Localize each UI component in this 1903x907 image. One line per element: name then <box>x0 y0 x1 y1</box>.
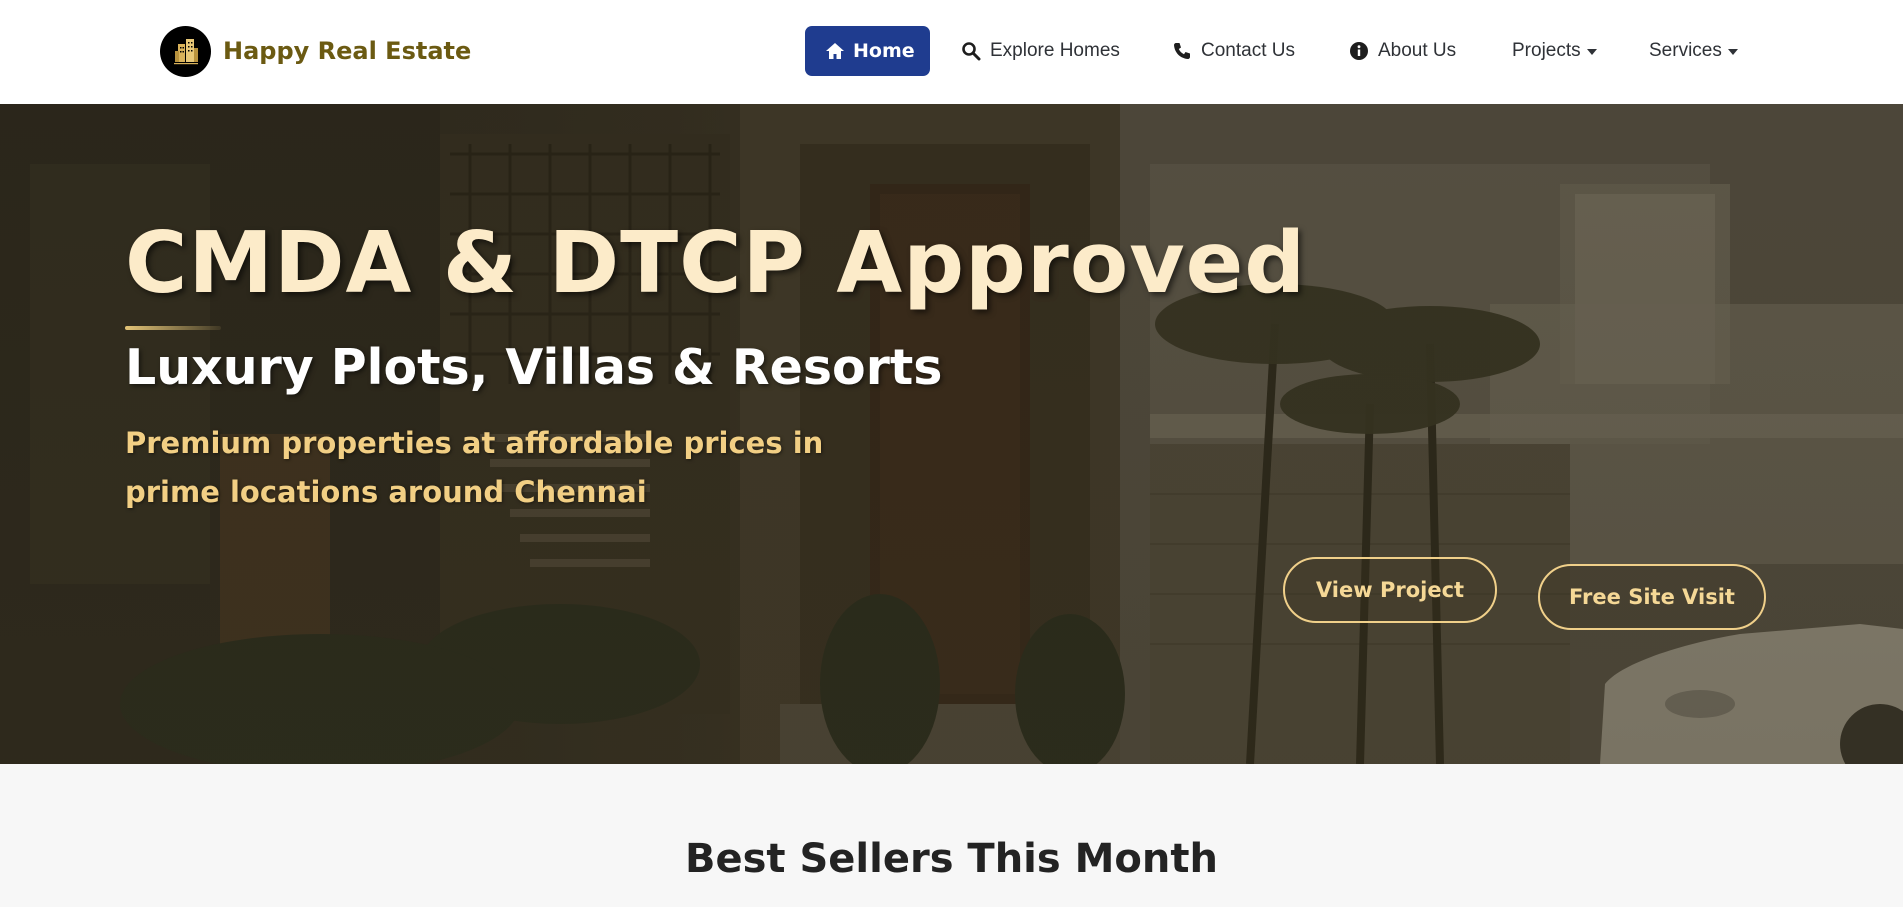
brand-link[interactable]: Happy Real Estate <box>160 25 471 77</box>
best-sellers-section: Best Sellers This Month <box>0 764 1903 907</box>
navbar: Happy Real Estate Home Explore Homes Con… <box>0 0 1903 104</box>
view-project-button[interactable]: View Project <box>1283 557 1497 623</box>
hero-subtitle: Luxury Plots, Villas & Resorts <box>125 339 943 396</box>
hero-banner: CMDA & DTCP Approved Luxury Plots, Villa… <box>0 104 1903 764</box>
nav-item-label: About Us <box>1378 40 1457 61</box>
hero-title: CMDA & DTCP Approved <box>125 214 1307 313</box>
main-nav: Home <box>805 26 930 76</box>
nav-item-label: Explore Homes <box>990 40 1120 61</box>
section-title: Best Sellers This Month <box>685 836 1218 882</box>
nav-item-projects[interactable]: Projects <box>1512 26 1597 76</box>
search-icon <box>960 40 982 62</box>
chevron-down-icon <box>1727 49 1738 55</box>
free-site-visit-button[interactable]: Free Site Visit <box>1538 564 1766 630</box>
home-icon <box>825 40 845 62</box>
nav-item-home[interactable]: Home <box>805 26 930 76</box>
info-icon <box>1348 40 1370 62</box>
nav-item-label: Services <box>1649 40 1722 61</box>
nav-item-label: Projects <box>1512 40 1581 61</box>
title-accent-divider <box>125 326 221 330</box>
nav-item-label: Contact Us <box>1201 40 1295 61</box>
nav-item-services[interactable]: Services <box>1649 26 1738 76</box>
brand-name: Happy Real Estate <box>223 37 472 65</box>
nav-item-label: Home <box>853 40 915 62</box>
phone-icon <box>1171 40 1193 62</box>
hero-description: Premium properties at affordable prices … <box>125 426 824 509</box>
nav-item-about-us[interactable]: About Us <box>1348 26 1456 76</box>
building-logo-icon <box>160 25 211 77</box>
chevron-down-icon <box>1586 49 1597 55</box>
nav-item-explore-homes[interactable]: Explore Homes <box>960 26 1120 76</box>
nav-item-contact-us[interactable]: Contact Us <box>1171 26 1295 76</box>
